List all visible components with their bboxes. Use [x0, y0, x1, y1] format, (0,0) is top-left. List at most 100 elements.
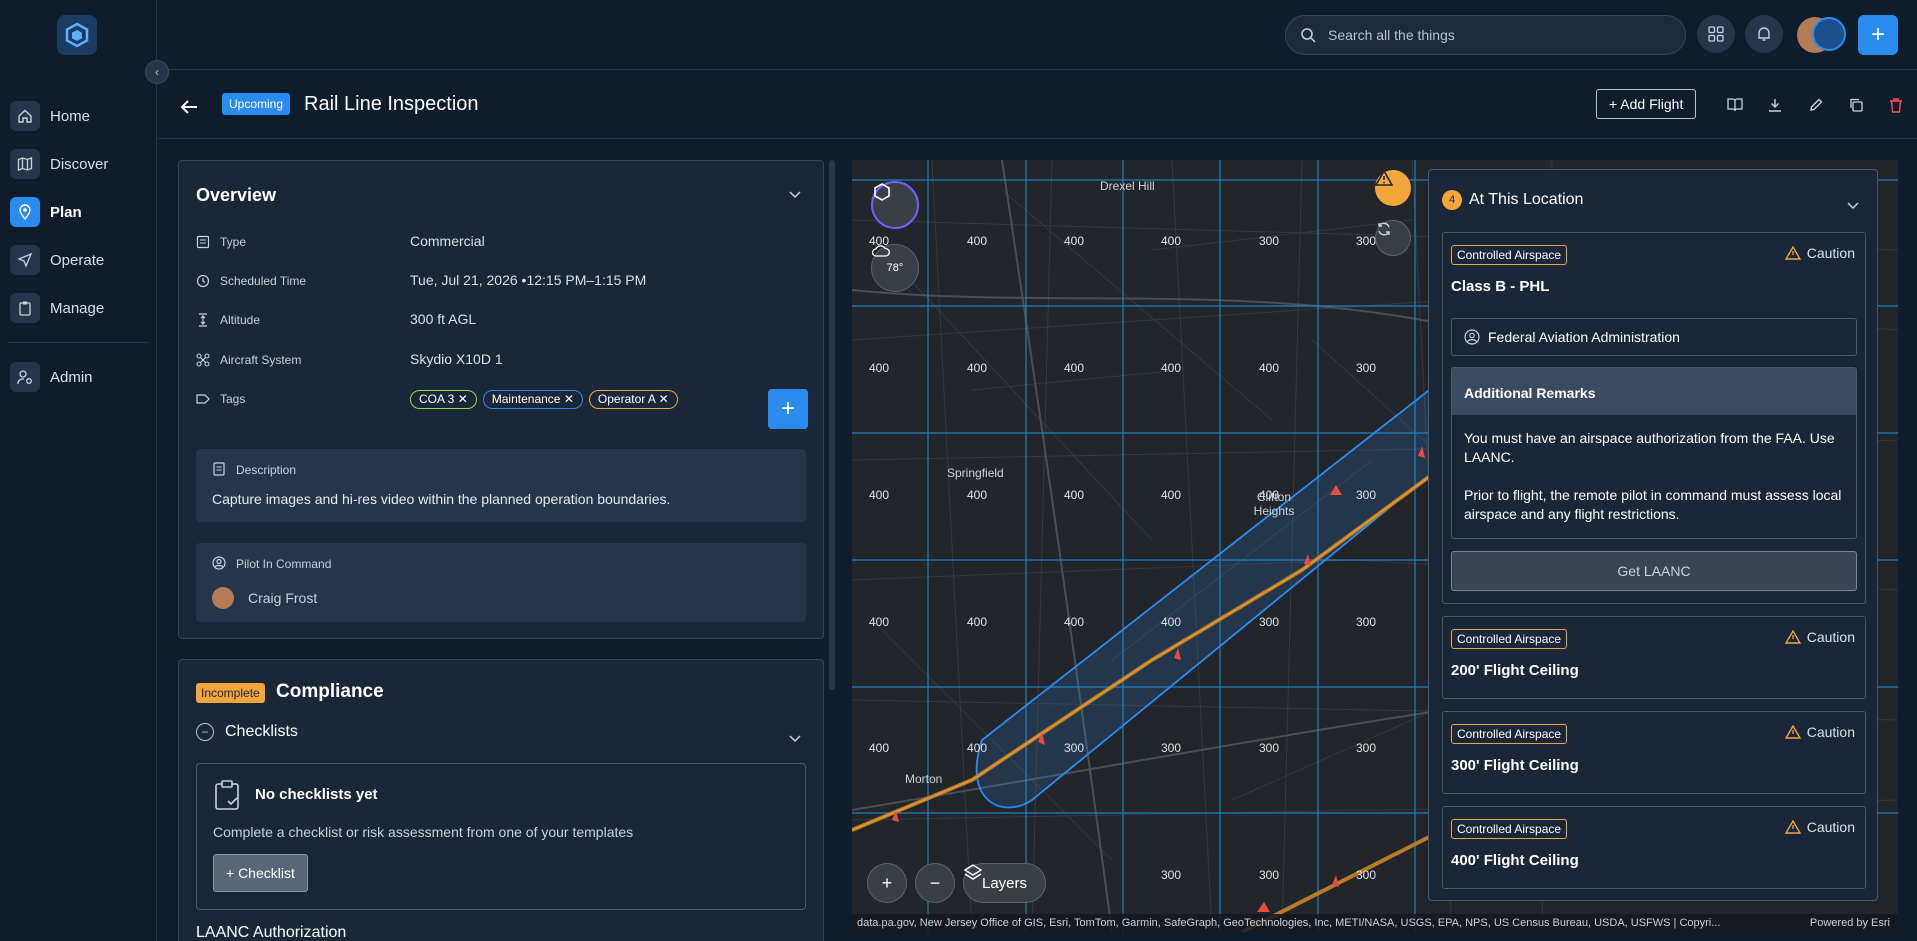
search-input[interactable]: Search all the things	[1285, 15, 1686, 55]
at-location-header[interactable]: 4 At This Location	[1442, 190, 1583, 210]
airspace-title: 200' Flight Ceiling	[1451, 662, 1579, 679]
chevron-down-icon[interactable]	[789, 730, 801, 746]
tag-chip[interactable]: Operator A ✕	[588, 390, 678, 409]
row-label: Type	[220, 235, 247, 249]
chevron-left-icon: ‹	[155, 65, 159, 79]
place-label: Springfield	[947, 466, 1004, 480]
user-cog-icon	[10, 362, 40, 392]
cloud-icon	[872, 245, 890, 257]
map-attribution: data.pa.gov, New Jersey Office of GIS, E…	[852, 914, 1898, 932]
close-icon[interactable]: ✕	[458, 392, 468, 406]
org-avatar[interactable]	[1812, 17, 1846, 51]
left-panel-scrollbar[interactable]	[829, 160, 835, 690]
create-new-button[interactable]: +	[1858, 15, 1898, 55]
pilot-avatar	[212, 587, 234, 609]
clock-icon	[196, 274, 212, 290]
trash-icon[interactable]	[1886, 95, 1906, 115]
row-value: 300 ft AGL	[410, 311, 477, 327]
sidebar-item-operate[interactable]: Operate	[0, 236, 157, 284]
sidebar-item-plan[interactable]: Plan	[0, 188, 157, 236]
warning-triangle-icon	[1784, 820, 1801, 834]
warning-triangle-icon	[1784, 246, 1801, 260]
label-icon	[196, 392, 212, 408]
empty-title: No checklists yet	[255, 786, 378, 803]
grid-value: 400	[967, 361, 988, 375]
weather-button[interactable]: 78°	[871, 244, 919, 292]
authority-name: Federal Aviation Administration	[1488, 329, 1680, 345]
tag-chip[interactable]: Maintenance ✕	[482, 390, 583, 409]
zoom-in-button[interactable]: +	[867, 863, 907, 903]
tag-chip[interactable]: COA 3 ✕	[410, 390, 477, 409]
overview-row-altitude: Altitude 300 ft AGL	[196, 311, 806, 331]
description-card: Description Capture images and hi-res vi…	[196, 449, 806, 522]
basemap-logo-button[interactable]	[871, 181, 919, 229]
edit-pencil-icon[interactable]	[1806, 95, 1826, 115]
grid-value: 400	[869, 361, 890, 375]
caution-label: Caution	[1806, 245, 1855, 261]
remarks-body: You must have an airspace authorization …	[1452, 415, 1856, 538]
warning-triangle-icon	[1784, 630, 1801, 644]
close-icon[interactable]: ✕	[564, 392, 574, 406]
grid-value: 300	[1259, 615, 1280, 629]
add-checklist-button[interactable]: + Checklist	[213, 854, 308, 892]
place-label: Morton	[905, 772, 943, 786]
apps-grid-button[interactable]	[1697, 15, 1735, 53]
back-arrow-icon[interactable]	[180, 95, 198, 121]
sidebar-item-label: Operate	[50, 251, 105, 269]
sidebar-item-label: Manage	[50, 299, 105, 317]
clipboard-check-icon	[213, 780, 241, 815]
left-panel: Overview Type Commercial Scheduled Time …	[178, 160, 824, 941]
bell-icon	[1758, 27, 1770, 41]
pilot-in-command-card: Pilot In Command Craig Frost	[196, 543, 806, 622]
chevron-down-icon[interactable]	[1847, 197, 1859, 213]
drone-icon	[196, 353, 212, 369]
app-logo[interactable]	[57, 15, 97, 55]
sidebar-item-admin[interactable]: Admin	[0, 353, 157, 401]
grid-value: 300	[1161, 741, 1182, 755]
book-icon[interactable]	[1725, 95, 1745, 115]
airspace-card-class-b: Controlled Airspace Caution Class B - PH…	[1442, 232, 1866, 604]
refresh-icon	[1378, 222, 1390, 236]
notifications-button[interactable]	[1745, 15, 1783, 53]
sidebar-item-discover[interactable]: Discover	[0, 140, 157, 188]
copy-icon[interactable]	[1846, 95, 1866, 115]
alert-count-badge: 4	[1442, 190, 1462, 210]
airspace-card-300-ceiling[interactable]: Controlled Airspace Caution 300' Flight …	[1442, 711, 1866, 794]
chevron-down-icon[interactable]	[789, 186, 801, 202]
airspace-title: 300' Flight Ceiling	[1451, 757, 1579, 774]
search-placeholder: Search all the things	[1328, 27, 1455, 43]
grid-value: 400	[1064, 615, 1085, 629]
grid-value: 400	[869, 488, 890, 502]
airspace-alert-button[interactable]	[1375, 170, 1411, 206]
zoom-out-button[interactable]: −	[915, 863, 955, 903]
add-flight-button[interactable]: + Add Flight	[1596, 89, 1697, 119]
warning-triangle-icon	[1375, 170, 1393, 186]
grid-value: 300	[1356, 361, 1377, 375]
download-icon[interactable]	[1765, 95, 1785, 115]
row-value: Commercial	[410, 233, 485, 249]
airspace-card-200-ceiling[interactable]: Controlled Airspace Caution 200' Flight …	[1442, 616, 1866, 699]
get-laanc-button[interactable]: Get LAANC	[1451, 551, 1857, 591]
airspace-card-400-ceiling[interactable]: Controlled Airspace Caution 400' Flight …	[1442, 806, 1866, 889]
sidebar-item-manage[interactable]: Manage	[0, 284, 157, 332]
layers-button[interactable]: Layers	[963, 863, 1047, 903]
user-circle-icon	[1464, 329, 1480, 345]
clipboard-icon	[10, 293, 40, 323]
grid-value: 300	[1064, 741, 1085, 755]
collapse-sidebar-button[interactable]: ‹	[145, 60, 169, 84]
grid-value: 300	[1356, 234, 1377, 248]
airspace-badge: Controlled Airspace	[1451, 724, 1568, 744]
laanc-section-toggle[interactable]: LAANC Authorization	[196, 924, 346, 941]
sidebar-item-home[interactable]: Home	[0, 92, 157, 140]
grid-value: 300	[1356, 741, 1377, 755]
topbar: Search all the things +	[158, 0, 1917, 70]
close-icon[interactable]: ✕	[659, 392, 669, 406]
home-icon	[10, 101, 40, 131]
add-tag-button[interactable]: +	[768, 389, 808, 429]
checklists-section-toggle[interactable]: − Checklists	[196, 723, 298, 741]
grid-value: 400	[869, 615, 890, 629]
refresh-button[interactable]	[1375, 220, 1411, 256]
sidebar-divider	[8, 342, 149, 343]
grid-value: 300	[1356, 868, 1377, 882]
grid-value: 300	[1356, 615, 1377, 629]
